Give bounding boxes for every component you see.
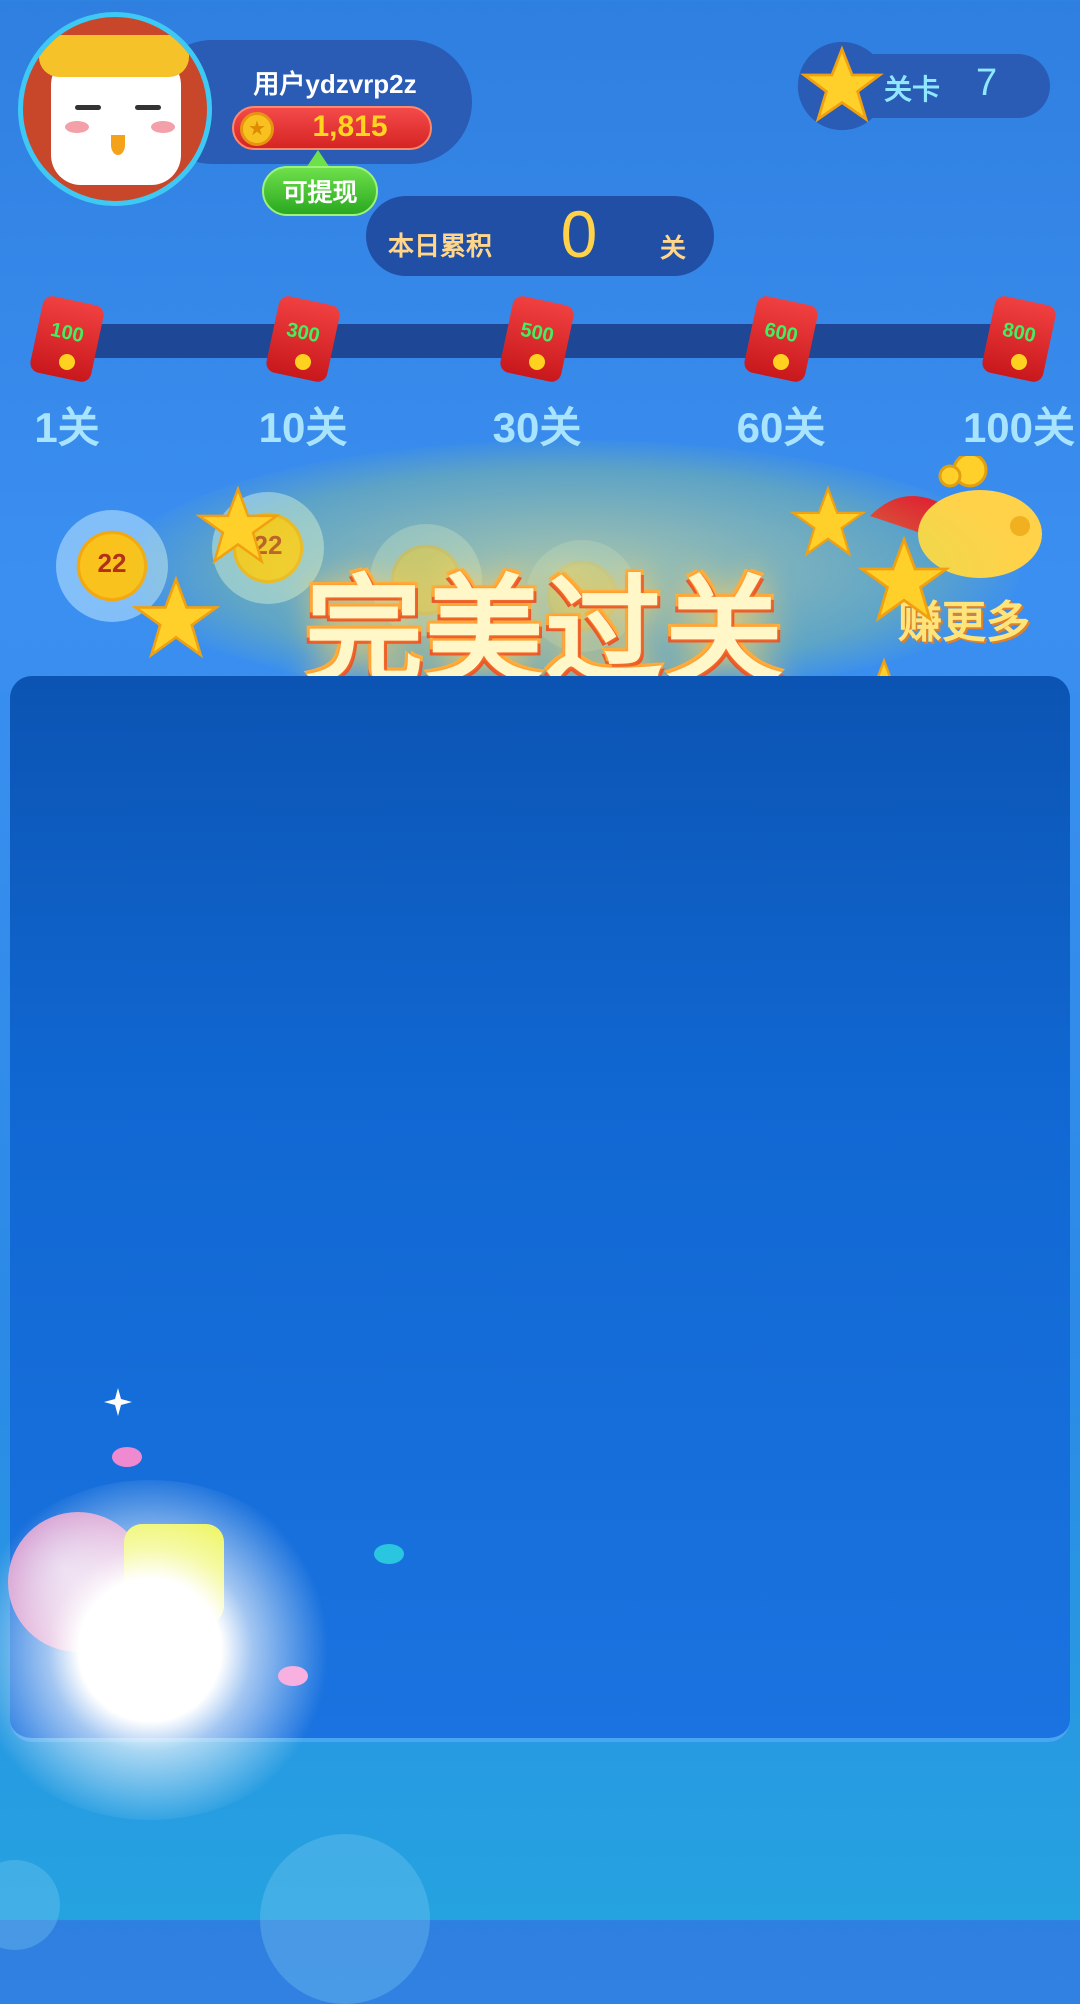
avatar-crown xyxy=(39,35,189,77)
level-label: 关卡 xyxy=(884,74,941,105)
red-packet-dot xyxy=(1011,354,1027,370)
milestone-label: 100关 xyxy=(962,404,1076,451)
avatar-blush-right xyxy=(151,121,175,133)
floor-bubble xyxy=(260,1834,430,2004)
floor-bubble xyxy=(0,1860,60,1950)
avatar-eye-left xyxy=(75,105,101,110)
sparkle-icon xyxy=(104,1388,132,1416)
avatar[interactable] xyxy=(18,12,212,206)
coin-icon: ★ xyxy=(240,112,274,146)
avatar-blush-left xyxy=(65,121,89,133)
username: 用户ydzvrp2z xyxy=(253,69,417,99)
star-icon xyxy=(132,575,220,659)
petal-icon xyxy=(112,1447,142,1467)
star-icon xyxy=(790,485,866,557)
avatar-eye-right xyxy=(135,105,161,110)
daily-unit: 关 xyxy=(660,233,687,263)
star-icon xyxy=(196,485,280,565)
red-packet-dot xyxy=(295,354,311,370)
avatar-beak xyxy=(111,135,125,155)
coin-balance: 1,815 xyxy=(312,110,388,143)
daily-label: 本日累积 xyxy=(388,231,493,261)
red-packet-dot xyxy=(529,354,545,370)
petal-icon xyxy=(374,1544,404,1564)
star-icon xyxy=(797,41,887,131)
milestone-label: 60关 xyxy=(736,404,826,451)
daily-value: 0 xyxy=(560,197,598,271)
petal-icon xyxy=(278,1666,308,1686)
red-packet-dot xyxy=(59,354,75,370)
withdraw-button[interactable]: 可提现 xyxy=(262,166,378,216)
star-icon xyxy=(858,535,950,623)
milestone-label: 10关 xyxy=(258,404,348,451)
level-value: 7 xyxy=(976,62,998,104)
red-packet-dot xyxy=(773,354,789,370)
milestone-label: 1关 xyxy=(34,404,100,451)
